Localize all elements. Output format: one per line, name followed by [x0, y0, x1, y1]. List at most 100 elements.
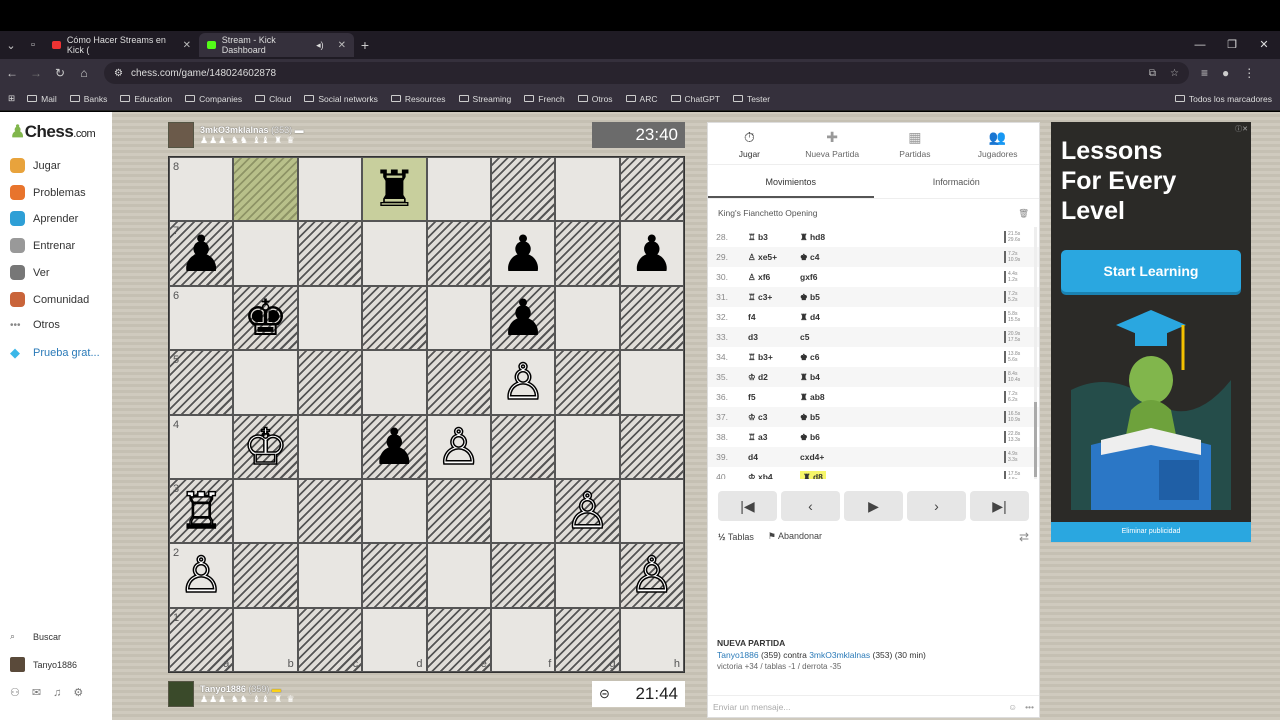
chess-logo[interactable]: ♟Chess.com	[10, 122, 96, 142]
square-b4[interactable]: ♔	[233, 414, 298, 479]
close-tab-icon[interactable]: ✕	[183, 40, 191, 51]
reload-icon[interactable]: ↻	[48, 66, 72, 80]
white-move[interactable]: d3	[734, 332, 800, 342]
square-b6[interactable]: ♚	[233, 285, 298, 351]
square-c3[interactable]	[297, 478, 363, 544]
black-move[interactable]: ♜ d4	[800, 312, 866, 323]
bookmark-item[interactable]: Companies	[185, 94, 242, 104]
black-rook-icon[interactable]: ♜	[372, 164, 417, 214]
square-a4[interactable]: 4	[169, 414, 234, 479]
black-move[interactable]: ♚ b5	[800, 292, 866, 303]
black-move[interactable]: c5	[800, 332, 866, 342]
site-info-icon[interactable]: ⚙	[114, 68, 123, 79]
square-d1[interactable]: d	[362, 607, 427, 672]
avatar[interactable]	[168, 681, 194, 707]
square-g4[interactable]	[555, 414, 620, 479]
square-c7[interactable]	[297, 221, 363, 286]
square-g8[interactable]	[555, 157, 620, 222]
bookmark-item[interactable]: French	[524, 94, 565, 104]
sidebar-item-ver[interactable]: Ver	[10, 265, 50, 280]
square-c5[interactable]	[297, 350, 363, 415]
advertisement[interactable]: ⓘ✕ Lessons For Every Level Start Learnin…	[1051, 122, 1251, 542]
tab-group-icon[interactable]: ▫	[22, 34, 44, 56]
square-b8[interactable]	[233, 157, 298, 222]
bookmark-item[interactable]: Streaming	[458, 94, 511, 104]
square-e8[interactable]	[426, 157, 491, 222]
square-h3[interactable]	[619, 478, 684, 544]
square-f7[interactable]: ♟	[490, 221, 556, 286]
square-c4[interactable]	[297, 414, 363, 479]
square-h2[interactable]: ♙	[619, 543, 684, 608]
audio-icon[interactable]: ◂)	[316, 40, 324, 51]
square-b5[interactable]	[233, 350, 298, 415]
square-d8[interactable]: ♜	[362, 157, 427, 222]
close-window-icon[interactable]: ✕	[1248, 31, 1280, 59]
black-pawn-icon[interactable]: ♟	[372, 422, 417, 472]
square-c8[interactable]	[297, 157, 363, 222]
sidebar-item-comunidad[interactable]: Comunidad	[10, 292, 89, 307]
first-move-button[interactable]: |◀	[718, 491, 777, 521]
square-h4[interactable]	[619, 414, 684, 479]
black-move[interactable]: ♜ hd8	[800, 232, 866, 243]
black-pawn-icon[interactable]: ♟	[629, 229, 674, 279]
bottom-player-name[interactable]: Tanyo1886 (359) ▬	[200, 684, 296, 694]
square-h7[interactable]: ♟	[619, 221, 684, 286]
white-move[interactable]: ♔ c3	[734, 412, 800, 423]
square-g2[interactable]	[555, 543, 620, 608]
next-move-button[interactable]: ›	[907, 491, 966, 521]
menu-icon[interactable]: ⋮	[1243, 66, 1255, 80]
square-e7[interactable]	[426, 221, 491, 286]
square-g6[interactable]	[555, 285, 620, 351]
white-move[interactable]: ♔ xb4	[734, 472, 800, 480]
square-c1[interactable]: c	[297, 607, 363, 672]
square-d5[interactable]	[362, 350, 427, 415]
square-h8[interactable]	[619, 157, 684, 222]
white-move[interactable]: ♖ b3+	[734, 352, 800, 363]
chat-input[interactable]: Enviar un mensaje... ☺ •••	[708, 695, 1039, 717]
white-pawn-icon[interactable]: ♙	[436, 421, 482, 473]
square-b1[interactable]: b	[233, 607, 298, 672]
white-move[interactable]: d4	[734, 452, 800, 462]
white-move[interactable]: ♖ c3+	[734, 292, 800, 303]
square-f5[interactable]: ♙	[490, 350, 556, 415]
black-move[interactable]: cxd4+	[800, 452, 866, 462]
white-pawn-icon[interactable]: ♙	[500, 357, 546, 409]
close-tab-icon[interactable]: ✕	[338, 40, 346, 51]
bookmark-item[interactable]: Banks	[69, 94, 107, 104]
square-b2[interactable]	[233, 543, 298, 608]
bookmark-item[interactable]: Education	[120, 94, 172, 104]
black-king-icon[interactable]: ♚	[243, 293, 288, 343]
square-c2[interactable]	[297, 543, 363, 608]
bookmark-star-icon[interactable]: ☆	[1170, 68, 1179, 79]
white-move[interactable]: ♙ xf6	[734, 272, 800, 283]
square-f4[interactable]	[490, 414, 556, 479]
square-a7[interactable]: ♟ 7	[169, 221, 234, 286]
forward-icon[interactable]: →	[24, 66, 48, 80]
square-a5[interactable]: 5	[169, 350, 234, 415]
bookmark-item[interactable]: ChatGPT	[670, 94, 720, 104]
tab-jugadores[interactable]: 👥 Jugadores	[956, 123, 1039, 164]
new-tab-icon[interactable]: +	[354, 34, 376, 56]
square-e2[interactable]	[426, 543, 491, 608]
bookmark-item[interactable]: Social networks	[304, 94, 378, 104]
white-move[interactable]: ♔ d2	[734, 372, 800, 383]
last-move-button[interactable]: ▶|	[970, 491, 1029, 521]
square-g3[interactable]: ♙	[555, 478, 620, 544]
square-d2[interactable]	[362, 543, 427, 608]
square-a6[interactable]: 6	[169, 285, 234, 351]
white-move[interactable]: ♖ a3	[734, 432, 800, 443]
tab-partidas[interactable]: ▦ Partidas	[874, 123, 957, 164]
prev-move-button[interactable]: ‹	[781, 491, 840, 521]
white-move[interactable]: f4	[734, 312, 800, 322]
square-b7[interactable]	[233, 221, 298, 286]
square-e3[interactable]	[426, 478, 491, 544]
trash-icon[interactable]: 🗑	[1018, 199, 1029, 227]
white-king-icon[interactable]: ♔	[242, 421, 288, 473]
square-g7[interactable]	[555, 221, 620, 286]
black-move[interactable]: ♜ b4	[800, 372, 866, 383]
square-a8[interactable]: 8	[169, 157, 234, 222]
square-f2[interactable]	[490, 543, 556, 608]
move-list-scrollbar[interactable]	[1034, 227, 1037, 479]
square-f1[interactable]: f	[490, 607, 556, 672]
white-pawn-icon[interactable]: ♙	[178, 550, 224, 602]
